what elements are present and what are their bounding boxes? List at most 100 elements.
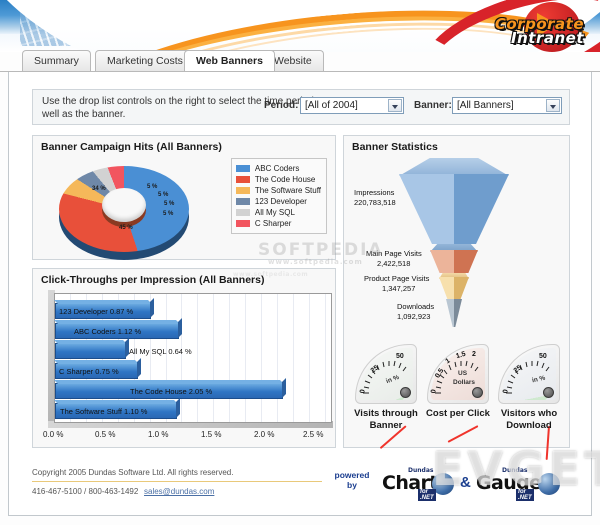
pie-label-the-code-house: 34 % — [92, 186, 106, 192]
funnel-segment-main-page-visits[interactable] — [430, 250, 478, 273]
gauge-hub — [543, 387, 554, 398]
page-content: Use the drop list controls on the right … — [8, 71, 592, 516]
bar-label-all-my-sql: All My SQL 0.64 % — [129, 347, 192, 356]
gauge-caption-cost-per-click: Cost per Click — [419, 408, 497, 420]
bar-label-abc-coders: ABC Coders 1.12 % — [74, 327, 142, 336]
gauge-caption-line-1: Visitors who — [500, 408, 558, 419]
x-tick-5: 2.5 % — [303, 430, 324, 439]
tab-strip: Summary Marketing Costs Web Banners Webs… — [0, 50, 600, 72]
tab-marketing-costs[interactable]: Marketing Costs — [95, 50, 195, 71]
gauge-unit-line-2: Dollars — [453, 379, 476, 386]
legend-label-the-software-stuff: The Software Stuff — [254, 186, 321, 195]
gauge-unit-line-1: US — [458, 370, 468, 377]
legend-item: The Software Stuff — [235, 185, 321, 196]
x-tick-3: 1.5 % — [201, 430, 222, 439]
bar-label-the-software-stuff: The Software Stuff 1.10 % — [60, 407, 148, 416]
footer-phone: 416-467-5100 / 800-463-1492 — [32, 487, 139, 496]
pie-chart-graphic: 45 % 34 % 5 % 5 % 5 % 5 % — [59, 162, 189, 260]
gauge-tick-label-max: 50 — [539, 353, 547, 360]
funnel-value-impressions: 220,783,518 — [354, 198, 396, 207]
gauge-cost-per-click[interactable]: 0 0.5 1 1.5 2 US Dollars — [427, 344, 489, 443]
application-window: Corporate Intranet Summary Marketing Cos… — [0, 0, 600, 525]
legend-swatch-the-code-house — [235, 176, 250, 183]
period-dropdown[interactable]: [All of 2004] — [300, 97, 404, 114]
gauge-hub — [472, 387, 483, 398]
gauge-caption-line-1: Visits through — [354, 408, 418, 419]
funnel-cap-impressions — [399, 158, 509, 176]
bar-chart-title: Click-Throughs per Impression (All Banne… — [41, 274, 265, 286]
gauge-caption-line-2: Banner — [369, 420, 403, 431]
pie-chart-panel: Banner Campaign Hits (All Banners) 45 % … — [32, 135, 336, 260]
banner-value: [All Banners] — [457, 100, 514, 111]
logo-ampersand: & — [460, 474, 471, 491]
legend-swatch-the-software-stuff — [235, 187, 250, 194]
pie-label-the-software-stuff: 5 % — [147, 184, 158, 190]
powered-by-line-2: by — [347, 480, 357, 490]
banner-statistics-title: Banner Statistics — [352, 141, 438, 153]
gauge-tick-label-2: 2 — [472, 351, 476, 358]
filter-control-bar: Use the drop list controls on the right … — [32, 89, 570, 125]
legend-swatch-abc-coders — [235, 165, 250, 172]
logo-line-2: Intranet — [511, 28, 584, 47]
pie-chart-hole — [102, 188, 146, 222]
legend-item: C Sharper — [235, 218, 321, 229]
funnel-segment-impressions[interactable] — [399, 174, 509, 244]
gauge-visitors-who-download[interactable]: 0 25 50 in % — [498, 344, 560, 460]
legend-label-the-code-house: The Code House — [254, 175, 316, 184]
powered-by-label: powered by — [332, 470, 372, 490]
footer-divider — [32, 481, 322, 482]
pie-label-123-developer: 5 % — [158, 192, 169, 198]
pie-label-c-sharper: 5 % — [163, 211, 174, 217]
legend-label-abc-coders: ABC Coders — [254, 164, 300, 173]
gauge-visits-through-banner[interactable]: 0 25 50 in % — [355, 344, 417, 450]
funnel-value-downloads: 1,092,923 — [397, 312, 431, 321]
page-footer: Copyright 2005 Dundas Software Ltd. All … — [32, 466, 570, 508]
banner-statistics-panel: Banner Statistics Impressions 220,783,51… — [343, 135, 571, 460]
bar-label-the-code-house: The Code House 2.05 % — [130, 387, 213, 396]
corporate-intranet-logo: Corporate Intranet — [495, 17, 584, 47]
legend-item: 123 Developer — [235, 196, 321, 207]
footer-copyright: Copyright 2005 Dundas Software Ltd. All … — [32, 468, 234, 477]
tab-summary[interactable]: Summary — [22, 50, 91, 71]
page-banner: Corporate Intranet — [0, 0, 600, 52]
funnel-label-main-page-visits: Main Page Visits — [366, 249, 422, 258]
tab-web-banners[interactable]: Web Banners — [184, 50, 275, 71]
funnel-value-product-page-visits: 1,347,257 — [382, 284, 416, 293]
gauge-tick-label-max: 50 — [396, 353, 404, 360]
period-value: [All of 2004] — [305, 100, 358, 111]
x-tick-1: 0.5 % — [95, 430, 116, 439]
banner-label: Banner: — [414, 100, 452, 111]
bar-all-my-sql[interactable] — [55, 343, 126, 359]
x-tick-0: 0.0 % — [43, 430, 64, 439]
funnel-segment-product-page-visits[interactable] — [439, 277, 469, 299]
legend-swatch-c-sharper — [235, 220, 250, 227]
pie-label-abc-coders: 45 % — [119, 225, 133, 231]
pie-chart-title: Banner Campaign Hits (All Banners) — [41, 141, 222, 153]
legend-item: The Code House — [235, 174, 321, 185]
funnel-chart-graphic: Impressions 220,783,518 Main Page Visits… — [344, 154, 571, 334]
gauge-caption-visits-through-banner: Visits through Banner — [347, 408, 425, 432]
pie-label-all-my-sql: 5 % — [164, 201, 175, 207]
legend-swatch-all-my-sql — [235, 209, 250, 216]
powered-by-line-1: powered — [334, 470, 370, 480]
legend-label-123-developer: 123 Developer — [254, 197, 307, 206]
bar-chart-panel: Click-Throughs per Impression (All Banne… — [32, 268, 336, 448]
pie-chart-legend: ABC Coders The Code House The Software S… — [230, 158, 327, 234]
funnel-segment-downloads[interactable] — [446, 299, 462, 327]
footer-email-link[interactable]: sales@dundas.com — [144, 487, 214, 496]
legend-item: ABC Coders — [235, 163, 321, 174]
period-label: Period: — [264, 100, 299, 111]
gauge-caption-visitors-who-download: Visitors who Download — [490, 408, 568, 432]
chevron-down-icon[interactable] — [388, 99, 402, 112]
x-tick-2: 1.0 % — [148, 430, 169, 439]
funnel-value-main-page-visits: 2,422,518 — [377, 259, 411, 268]
legend-swatch-123-developer — [235, 198, 250, 205]
gauge-hub — [400, 387, 411, 398]
funnel-label-product-page-visits: Product Page Visits — [364, 274, 430, 283]
gauge-caption-line-1: Cost per Click — [426, 408, 490, 419]
x-tick-4: 2.0 % — [254, 430, 275, 439]
banner-dropdown[interactable]: [All Banners] — [452, 97, 562, 114]
chevron-down-icon[interactable] — [546, 99, 560, 112]
gauge-needle — [447, 425, 479, 443]
legend-item: All My SQL — [235, 207, 321, 218]
